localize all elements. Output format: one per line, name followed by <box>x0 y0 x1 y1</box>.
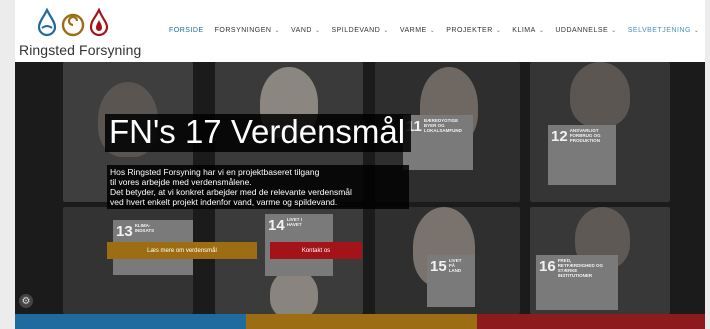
sdg-card-16: 16 FRED, RETFÆRDIGHED OG STÆRKE INSTITUTI… <box>536 255 618 310</box>
color-band-red <box>477 314 705 329</box>
contact-button[interactable]: Kontakt os <box>270 242 362 259</box>
cookie-settings-icon[interactable]: ⚙ <box>19 294 33 308</box>
nav-item-uddannelse[interactable]: UDDANNELSE ⌄ <box>555 27 616 34</box>
sdg-card-11: 11 BÆREDYGTIGE BYER OG LOKALSAMFUND <box>403 115 473 170</box>
nav-item-label: FORSIDE <box>169 27 204 34</box>
chevron-down-icon: ⌄ <box>429 28 436 34</box>
nav-item-spildevand[interactable]: SPILDEVAND ⌄ <box>331 27 388 34</box>
nav-item-label: SPILDEVAND <box>331 27 381 34</box>
nav-item-label: FORSYNINGEN <box>214 27 272 34</box>
hero-description: Hos Ringsted Forsyning har vi en projekt… <box>107 165 409 209</box>
main-nav: FORSIDE FORSYNINGEN ⌄ VAND ⌄ SPILDEVAND ⌄ VARME… <box>169 27 699 34</box>
nav-item-forside[interactable]: FORSIDE <box>169 27 204 34</box>
logo[interactable]: Ringsted Forsyning <box>19 8 142 58</box>
nav-item-selvbetjening[interactable]: SELVBETJENING ⌄ <box>628 27 700 34</box>
chevron-down-icon: ⌄ <box>383 28 389 34</box>
sdg-card-12: 12 ANSVARLIGT FORBRUG OG PRODUKTION <box>548 125 616 185</box>
scrollbar[interactable] <box>705 0 710 329</box>
sdg-card-15: 15 LIVET PÅ LAND <box>427 255 475 307</box>
hero-title: FN's 17 Verdensmål <box>105 114 412 152</box>
chevron-down-icon: ⌄ <box>611 28 617 34</box>
hero-banner: 11 BÆREDYGTIGE BYER OG LOKALSAMFUND 12 ANS… <box>15 62 705 314</box>
nav-item-varme[interactable]: VARME ⌄ <box>400 27 435 34</box>
nav-item-projekter[interactable]: PROJEKTER ⌄ <box>446 27 501 34</box>
nav-item-klima[interactable]: KLIMA ⌄ <box>512 27 544 34</box>
nav-item-label: PROJEKTER <box>446 27 493 34</box>
chevron-down-icon: ⌄ <box>693 28 700 34</box>
nav-item-label: KLIMA <box>512 27 536 34</box>
nav-item-label: UDDANNELSE <box>555 27 609 34</box>
chevron-down-icon: ⌄ <box>495 28 502 34</box>
nav-item-vand[interactable]: VAND ⌄ <box>291 27 320 34</box>
site-header: Ringsted Forsyning FORSIDE FORSYNINGEN ⌄ VA… <box>15 0 705 62</box>
color-band-blue <box>15 314 246 329</box>
chevron-down-icon: ⌄ <box>314 28 321 34</box>
nav-item-label: VARME <box>399 27 427 34</box>
nav-item-forsyningen[interactable]: FORSYNINGEN ⌄ <box>215 27 280 34</box>
nav-item-label: VAND <box>291 27 312 34</box>
page: Ringsted Forsyning FORSIDE FORSYNINGEN ⌄ VA… <box>15 0 705 329</box>
learn-more-button[interactable]: Læs mere om verdensmål <box>107 242 257 259</box>
nav-item-label: SELVBETJENING <box>627 27 691 34</box>
color-band-gold <box>246 314 477 329</box>
chevron-down-icon: ⌄ <box>538 28 545 34</box>
logo-icon <box>37 8 109 37</box>
logo-text: Ringsted Forsyning <box>19 42 142 58</box>
chevron-down-icon: ⌄ <box>274 28 280 34</box>
